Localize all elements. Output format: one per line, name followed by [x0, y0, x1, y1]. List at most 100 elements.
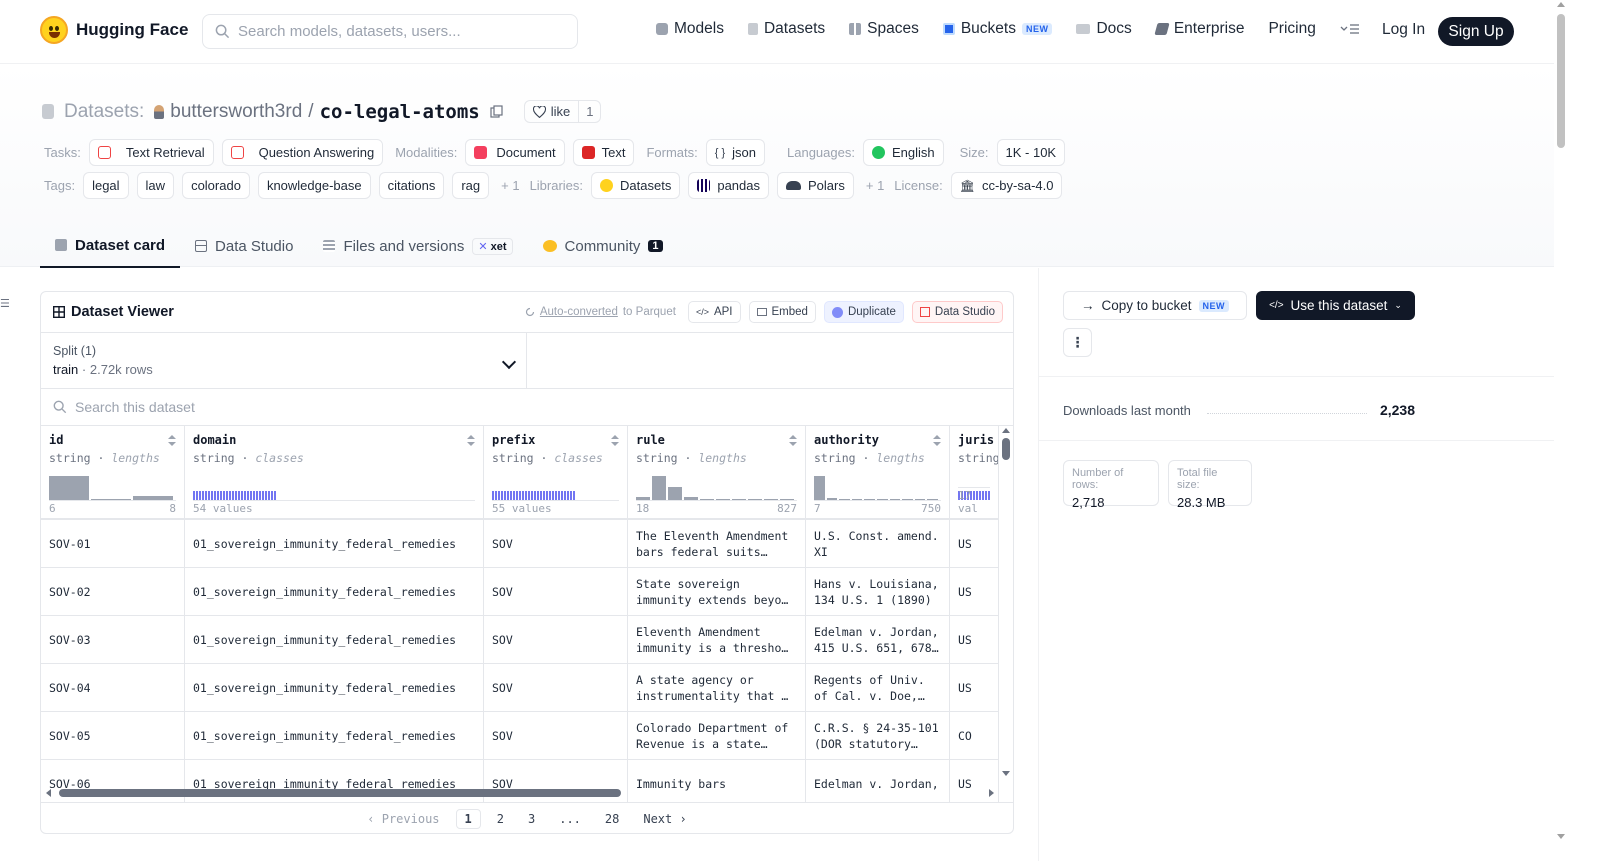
vertical-scroll-thumb[interactable] [1002, 438, 1010, 460]
nav-more-menu[interactable] [1340, 23, 1360, 35]
library-chip-pandas[interactable]: pandas [688, 172, 769, 199]
like-button[interactable]: like 1 [523, 100, 602, 123]
class-bar[interactable] [513, 491, 515, 500]
table-row[interactable]: SOV-03 01_sovereign_immunity_federal_reme… [41, 616, 999, 664]
class-bar[interactable] [537, 491, 539, 500]
table-cell-prefix[interactable]: SOV [484, 568, 628, 615]
scroll-left-arrow-icon[interactable] [46, 789, 51, 797]
class-bar[interactable] [271, 491, 273, 500]
task-chip-question-answering[interactable]: Question Answering [221, 139, 384, 166]
class-bar[interactable] [543, 491, 545, 500]
like-action[interactable]: like [525, 101, 580, 122]
table-cell-id[interactable]: SOV-01 [41, 520, 185, 567]
table-cell-juris[interactable]: CO [950, 712, 999, 759]
table-cell-domain[interactable]: 01_sovereign_immunity_federal_remedies [185, 712, 484, 759]
class-bar[interactable] [229, 491, 231, 500]
class-bar[interactable] [528, 491, 530, 500]
class-bar[interactable] [241, 491, 243, 500]
tab-community[interactable]: Community 1 [528, 224, 678, 268]
tag-chip[interactable]: colorado [182, 172, 250, 199]
class-bar[interactable] [244, 491, 246, 500]
horizontal-scroll-thumb[interactable] [59, 789, 621, 797]
modality-chip-text[interactable]: Text [572, 139, 635, 166]
global-search[interactable] [202, 14, 578, 49]
table-cell-authority[interactable]: Regents of Univ. of Cal. v. Doe,… [806, 664, 950, 711]
class-bar[interactable] [205, 491, 207, 500]
class-bar[interactable] [217, 491, 219, 500]
table-cell-id[interactable]: SOV-02 [41, 568, 185, 615]
library-chip-datasets[interactable]: Datasets [591, 172, 681, 199]
page-scroll-up-icon[interactable] [1557, 2, 1565, 7]
nav-datasets[interactable]: Datasets [747, 20, 825, 38]
class-bar[interactable] [202, 491, 204, 500]
tags-more[interactable]: + 1 [501, 178, 519, 193]
login-link[interactable]: Log In [1382, 21, 1425, 39]
tag-chip[interactable]: knowledge-base [257, 172, 371, 199]
sort-icon[interactable] [789, 435, 797, 447]
next-page-button[interactable]: Next › [635, 810, 694, 828]
class-bar[interactable] [262, 491, 264, 500]
table-cell-id[interactable]: SOV-05 [41, 712, 185, 759]
class-bar[interactable] [558, 491, 560, 500]
table-cell-prefix[interactable]: SOV [484, 520, 628, 567]
table-cell-juris[interactable]: US [950, 664, 999, 711]
class-bar[interactable] [564, 491, 566, 500]
class-bar[interactable] [567, 491, 569, 500]
global-search-input[interactable] [238, 23, 558, 40]
class-bar[interactable] [552, 491, 554, 500]
table-cell-domain[interactable]: 01_sovereign_immunity_federal_remedies [185, 568, 484, 615]
class-bar[interactable] [561, 491, 563, 500]
page-button[interactable]: 3 [520, 810, 543, 828]
table-row[interactable]: SOV-05 01_sovereign_immunity_federal_reme… [41, 712, 999, 760]
tag-chip[interactable]: rag [452, 172, 490, 199]
table-cell-juris[interactable]: US [950, 568, 999, 615]
duplicate-button[interactable]: Duplicate [823, 301, 904, 323]
table-vertical-scrollbar[interactable] [999, 426, 1013, 778]
column-header-id[interactable]: id string · lengths 6 8 [41, 426, 185, 518]
modality-chip-document[interactable]: Document [465, 139, 565, 166]
size-chip[interactable]: 1K - 10K [996, 139, 1066, 166]
column-header-domain[interactable]: domain string · classes 54 values [185, 426, 484, 518]
tab-dataset-card[interactable]: Dataset card [40, 224, 181, 268]
histogram-bar[interactable] [668, 487, 682, 500]
class-bar[interactable] [507, 491, 509, 500]
nav-models[interactable]: Models [656, 20, 724, 38]
more-options-button[interactable]: ⋮ [1063, 328, 1092, 357]
split-selector[interactable]: Split (1) train · 2.72k rows [41, 333, 527, 388]
class-bar[interactable] [220, 491, 222, 500]
page-button[interactable]: 28 [597, 810, 627, 828]
class-bar[interactable] [510, 491, 512, 500]
histogram-bar[interactable] [814, 476, 825, 500]
dataset-search[interactable] [41, 389, 1013, 426]
copy-icon[interactable] [490, 104, 504, 119]
class-bar[interactable] [196, 491, 198, 500]
table-row[interactable]: SOV-01 01_sovereign_immunity_federal_reme… [41, 520, 999, 568]
class-bar[interactable] [573, 491, 575, 500]
column-header-prefix[interactable]: prefix string · classes 55 values [484, 426, 628, 518]
repo-name[interactable]: co-legal-atoms [320, 101, 480, 123]
table-cell-authority[interactable]: Hans v. Louisiana, 134 U.S. 1 (1890) [806, 568, 950, 615]
table-cell-rule[interactable]: Eleventh Amendment immunity is a thresho… [628, 616, 806, 663]
table-cell-authority[interactable]: U.S. Const. amend. XI [806, 520, 950, 567]
class-bar[interactable] [501, 491, 503, 500]
class-bar[interactable] [522, 491, 524, 500]
class-bar[interactable] [265, 491, 267, 500]
nav-pricing[interactable]: Pricing [1268, 20, 1315, 38]
language-chip-english[interactable]: English [862, 139, 944, 166]
table-horizontal-scrollbar[interactable] [41, 786, 999, 800]
sort-icon[interactable] [933, 435, 941, 447]
sort-icon[interactable] [467, 435, 475, 447]
table-cell-rule[interactable]: Colorado Department of Revenue is a stat… [628, 712, 806, 759]
repo-type-label[interactable]: Datasets: [64, 101, 144, 123]
nav-docs[interactable]: Docs [1076, 20, 1132, 38]
tag-chip[interactable]: citations [378, 172, 445, 199]
scroll-right-arrow-icon[interactable] [989, 789, 994, 797]
copy-to-bucket-button[interactable]: → Copy to bucket NEW [1063, 291, 1247, 320]
class-bar[interactable] [531, 491, 533, 500]
nav-buckets[interactable]: Buckets NEW [942, 20, 1053, 38]
class-bar[interactable] [498, 491, 500, 500]
tab-data-studio[interactable]: Data Studio [180, 224, 308, 268]
sort-icon[interactable] [168, 435, 176, 447]
class-bar[interactable] [555, 491, 557, 500]
tag-chip[interactable]: law [136, 172, 175, 199]
